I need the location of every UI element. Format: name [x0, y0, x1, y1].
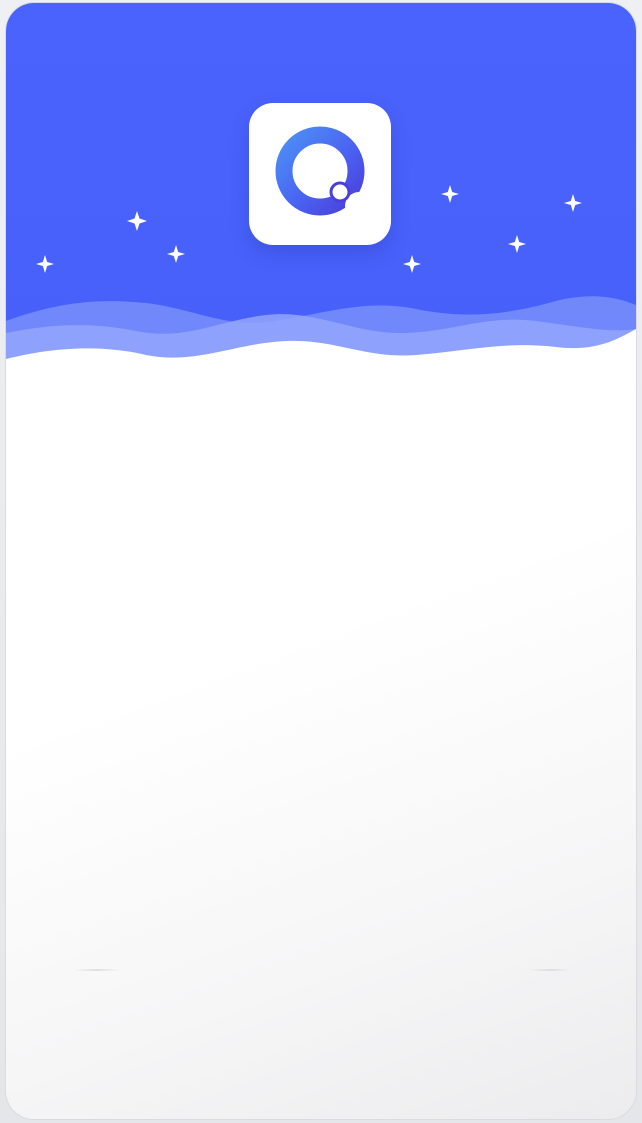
q-logo-icon [275, 126, 373, 220]
divider [528, 969, 572, 971]
splash-card [6, 3, 636, 1119]
device-frame [0, 0, 642, 1123]
divider [74, 969, 120, 971]
content-area [6, 383, 636, 1119]
header-banner [6, 3, 636, 383]
app-logo-tile[interactable] [249, 103, 391, 245]
